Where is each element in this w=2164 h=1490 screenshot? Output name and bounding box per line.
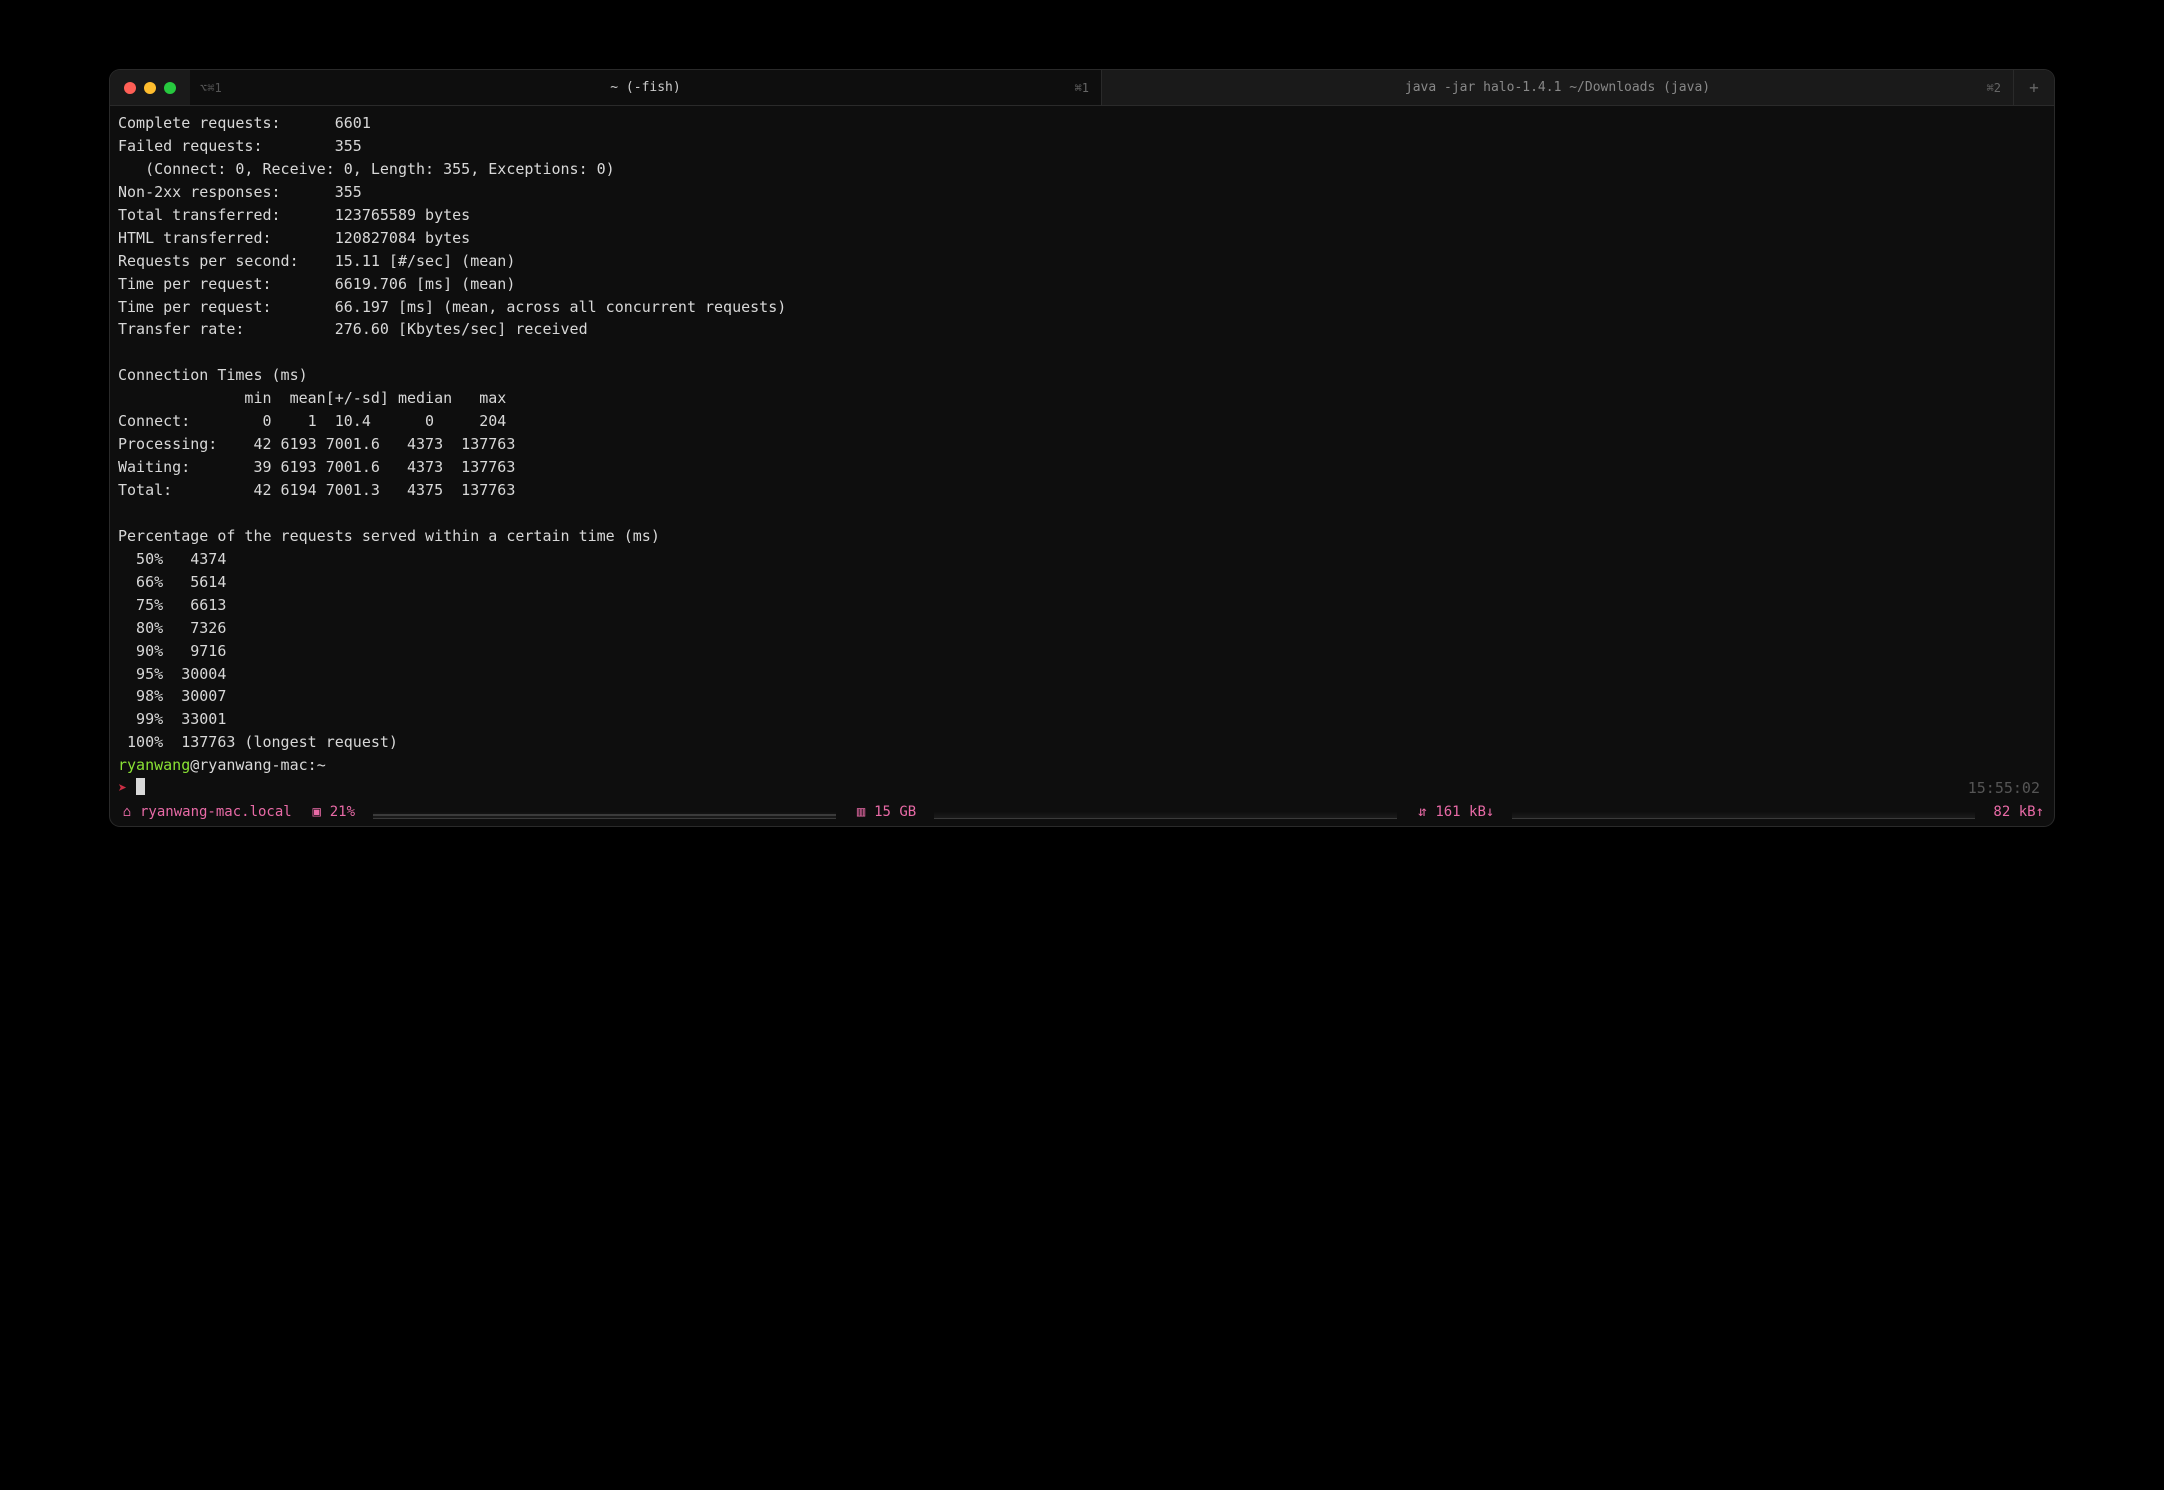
network-icon: ⇵ — [1415, 804, 1429, 820]
memory-icon: ▥ — [854, 804, 868, 820]
prompt-path: ~ — [317, 756, 326, 774]
cpu-icon: ▣ — [310, 804, 324, 820]
status-net-up: 82 kB↑ — [1993, 804, 2044, 820]
tab-shortcut: ⌘2 — [1987, 81, 2001, 95]
status-net: ⇵ 161 kB↓ — [1415, 804, 1494, 820]
status-host-label: ryanwang-mac.local — [140, 804, 292, 820]
net-graph — [1512, 805, 1975, 819]
line: min mean[+/-sd] median max — [118, 389, 506, 407]
tab-java[interactable]: java -jar halo-1.4.1 ~/Downloads (java) … — [1102, 70, 2014, 105]
new-tab-button[interactable]: + — [2014, 70, 2054, 105]
terminal-window: ⌥⌘1 ~ (-fish) ⌘1 java -jar halo-1.4.1 ~/… — [110, 70, 2054, 826]
line: Connection Times (ms) — [118, 366, 308, 384]
line: (Connect: 0, Receive: 0, Length: 355, Ex… — [118, 160, 615, 178]
prompt-at: @ — [190, 756, 199, 774]
mem-graph — [934, 805, 1397, 819]
minimize-icon[interactable] — [144, 82, 156, 94]
prompt-arrow-icon: ➤ — [118, 779, 127, 797]
cursor-icon — [136, 778, 145, 795]
line: Total: 42 6194 7001.3 4375 137763 — [118, 481, 515, 499]
line: Waiting: 39 6193 7001.6 4373 137763 — [118, 458, 515, 476]
line: HTML transferred: 120827084 bytes — [118, 229, 470, 247]
tab-title: java -jar halo-1.4.1 ~/Downloads (java) — [1405, 80, 1710, 95]
window-controls — [110, 70, 190, 105]
tab-left-shortcut: ⌥⌘1 — [200, 81, 222, 95]
line: 75% 6613 — [118, 596, 226, 614]
status-cpu: ▣ 21% — [310, 804, 355, 820]
line: Total transferred: 123765589 bytes — [118, 206, 470, 224]
line: Time per request: 66.197 [ms] (mean, acr… — [118, 298, 786, 316]
terminal-output[interactable]: Complete requests: 6601 Failed requests:… — [110, 106, 2054, 800]
tab-shortcut: ⌘1 — [1075, 81, 1089, 95]
line: 99% 33001 — [118, 710, 226, 728]
prompt-user: ryanwang — [118, 756, 190, 774]
line: Transfer rate: 276.60 [Kbytes/sec] recei… — [118, 320, 588, 338]
clock: 15:55:02 — [1968, 777, 2046, 800]
line: Percentage of the requests served within… — [118, 527, 660, 545]
line: 66% 5614 — [118, 573, 226, 591]
cpu-graph — [373, 805, 836, 819]
line: Non-2xx responses: 355 — [118, 183, 362, 201]
line: 90% 9716 — [118, 642, 226, 660]
line: Time per request: 6619.706 [ms] (mean) — [118, 275, 515, 293]
host-icon: ⌂ — [120, 804, 134, 820]
status-bar: ⌂ ryanwang-mac.local ▣ 21% ▥ 15 GB ⇵ 161… — [110, 800, 2054, 826]
prompt-colon: : — [308, 756, 317, 774]
status-cpu-value: 21% — [330, 804, 355, 820]
tab-title: ~ (-fish) — [610, 80, 680, 95]
zoom-icon[interactable] — [164, 82, 176, 94]
line: 98% 30007 — [118, 687, 226, 705]
line: Requests per second: 15.11 [#/sec] (mean… — [118, 252, 515, 270]
status-mem: ▥ 15 GB — [854, 804, 916, 820]
line: 95% 30004 — [118, 665, 226, 683]
line: 80% 7326 — [118, 619, 226, 637]
status-host: ⌂ ryanwang-mac.local — [120, 804, 292, 820]
line: 100% 137763 (longest request) — [118, 733, 398, 751]
titlebar: ⌥⌘1 ~ (-fish) ⌘1 java -jar halo-1.4.1 ~/… — [110, 70, 2054, 106]
close-icon[interactable] — [124, 82, 136, 94]
line: Connect: 0 1 10.4 0 204 — [118, 412, 506, 430]
line: 50% 4374 — [118, 550, 226, 568]
line: Failed requests: 355 — [118, 137, 362, 155]
tab-fish[interactable]: ⌥⌘1 ~ (-fish) ⌘1 — [190, 70, 1102, 105]
line: Processing: 42 6193 7001.6 4373 137763 — [118, 435, 515, 453]
prompt-host: ryanwang-mac — [199, 756, 307, 774]
status-net-down: 161 kB↓ — [1435, 804, 1494, 820]
line: Complete requests: 6601 — [118, 114, 371, 132]
status-net-up-value: 82 kB↑ — [1993, 804, 2044, 820]
status-mem-value: 15 GB — [874, 804, 916, 820]
